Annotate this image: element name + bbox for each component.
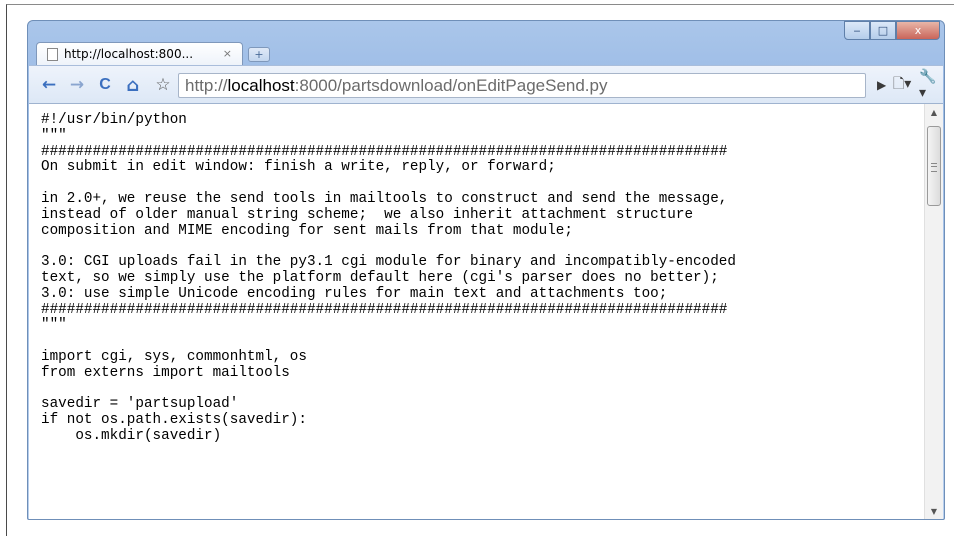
maximize-button[interactable]: □ bbox=[870, 21, 896, 40]
tab-localhost[interactable]: http://localhost:800... × bbox=[36, 42, 243, 65]
minimize-button[interactable]: ‒ bbox=[844, 21, 870, 40]
code-line: in 2.0+, we reuse the send tools in mail… bbox=[41, 190, 728, 207]
go-icon[interactable]: ▶ bbox=[877, 74, 886, 96]
reload-icon[interactable]: C bbox=[93, 74, 117, 96]
source-code-text: #!/usr/bin/python """ ####################… bbox=[41, 112, 736, 445]
code-line: ########################################… bbox=[41, 143, 728, 160]
toolbar: ← → C ⌂ ☆ http://localhost:8000/partsdow… bbox=[29, 65, 943, 103]
grip-icon bbox=[931, 163, 937, 172]
back-icon[interactable]: ← bbox=[37, 74, 61, 96]
code-line: ########################################… bbox=[41, 301, 728, 318]
page-content: #!/usr/bin/python """ ####################… bbox=[29, 103, 943, 519]
tab-close-icon[interactable]: × bbox=[223, 47, 232, 60]
code-line: """ bbox=[41, 317, 67, 334]
code-line: text, so we simply use the platform defa… bbox=[41, 269, 719, 286]
page-icon bbox=[47, 47, 58, 61]
url-text: http://localhost:8000/partsdownload/onEd… bbox=[185, 76, 608, 96]
url-scheme: http:// bbox=[185, 76, 228, 95]
code-line: composition and MIME encoding for sent m… bbox=[41, 222, 573, 239]
wrench-menu-icon[interactable]: 🔧▾ bbox=[919, 69, 943, 101]
scroll-down-arrow-icon[interactable]: ▼ bbox=[925, 503, 943, 519]
url-host: localhost bbox=[227, 76, 295, 95]
browser-window: ‒ □ x http://localhost:800... × + ← → C … bbox=[27, 20, 945, 520]
code-line: """ bbox=[41, 127, 67, 144]
home-icon[interactable]: ⌂ bbox=[121, 74, 145, 96]
scroll-up-arrow-icon[interactable]: ▲ bbox=[925, 104, 943, 121]
page-menu-icon[interactable]: 🗋▾ bbox=[893, 74, 911, 96]
close-window-button[interactable]: x bbox=[896, 21, 940, 40]
bookmark-star-icon[interactable]: ☆ bbox=[151, 74, 175, 96]
code-line: import cgi, sys, commonhtml, os bbox=[41, 348, 307, 365]
code-line: 3.0: use simple Unicode encoding rules f… bbox=[41, 285, 668, 302]
code-line: #!/usr/bin/python bbox=[41, 112, 187, 128]
code-line: savedir = 'partsupload' bbox=[41, 396, 239, 413]
code-line: instead of older manual string scheme; w… bbox=[41, 206, 694, 223]
address-bar[interactable]: http://localhost:8000/partsdownload/onEd… bbox=[178, 73, 866, 98]
code-line: os.mkdir(savedir) bbox=[41, 427, 222, 444]
window-controls: ‒ □ x bbox=[844, 21, 940, 40]
code-line: On submit in edit window: finish a write… bbox=[41, 159, 556, 176]
vertical-scrollbar[interactable]: ▲ ▼ bbox=[924, 104, 943, 519]
code-line: from externs import mailtools bbox=[41, 364, 290, 381]
code-line: if not os.path.exists(savedir): bbox=[41, 412, 307, 429]
new-tab-button[interactable]: + bbox=[248, 47, 270, 62]
forward-icon[interactable]: → bbox=[65, 74, 89, 96]
url-path: :8000/partsdownload/onEditPageSend.py bbox=[294, 76, 608, 95]
tab-title: http://localhost:800... bbox=[64, 47, 194, 61]
code-line: 3.0: CGI uploads fail in the py3.1 cgi m… bbox=[41, 254, 736, 271]
scroll-thumb[interactable] bbox=[927, 126, 941, 206]
